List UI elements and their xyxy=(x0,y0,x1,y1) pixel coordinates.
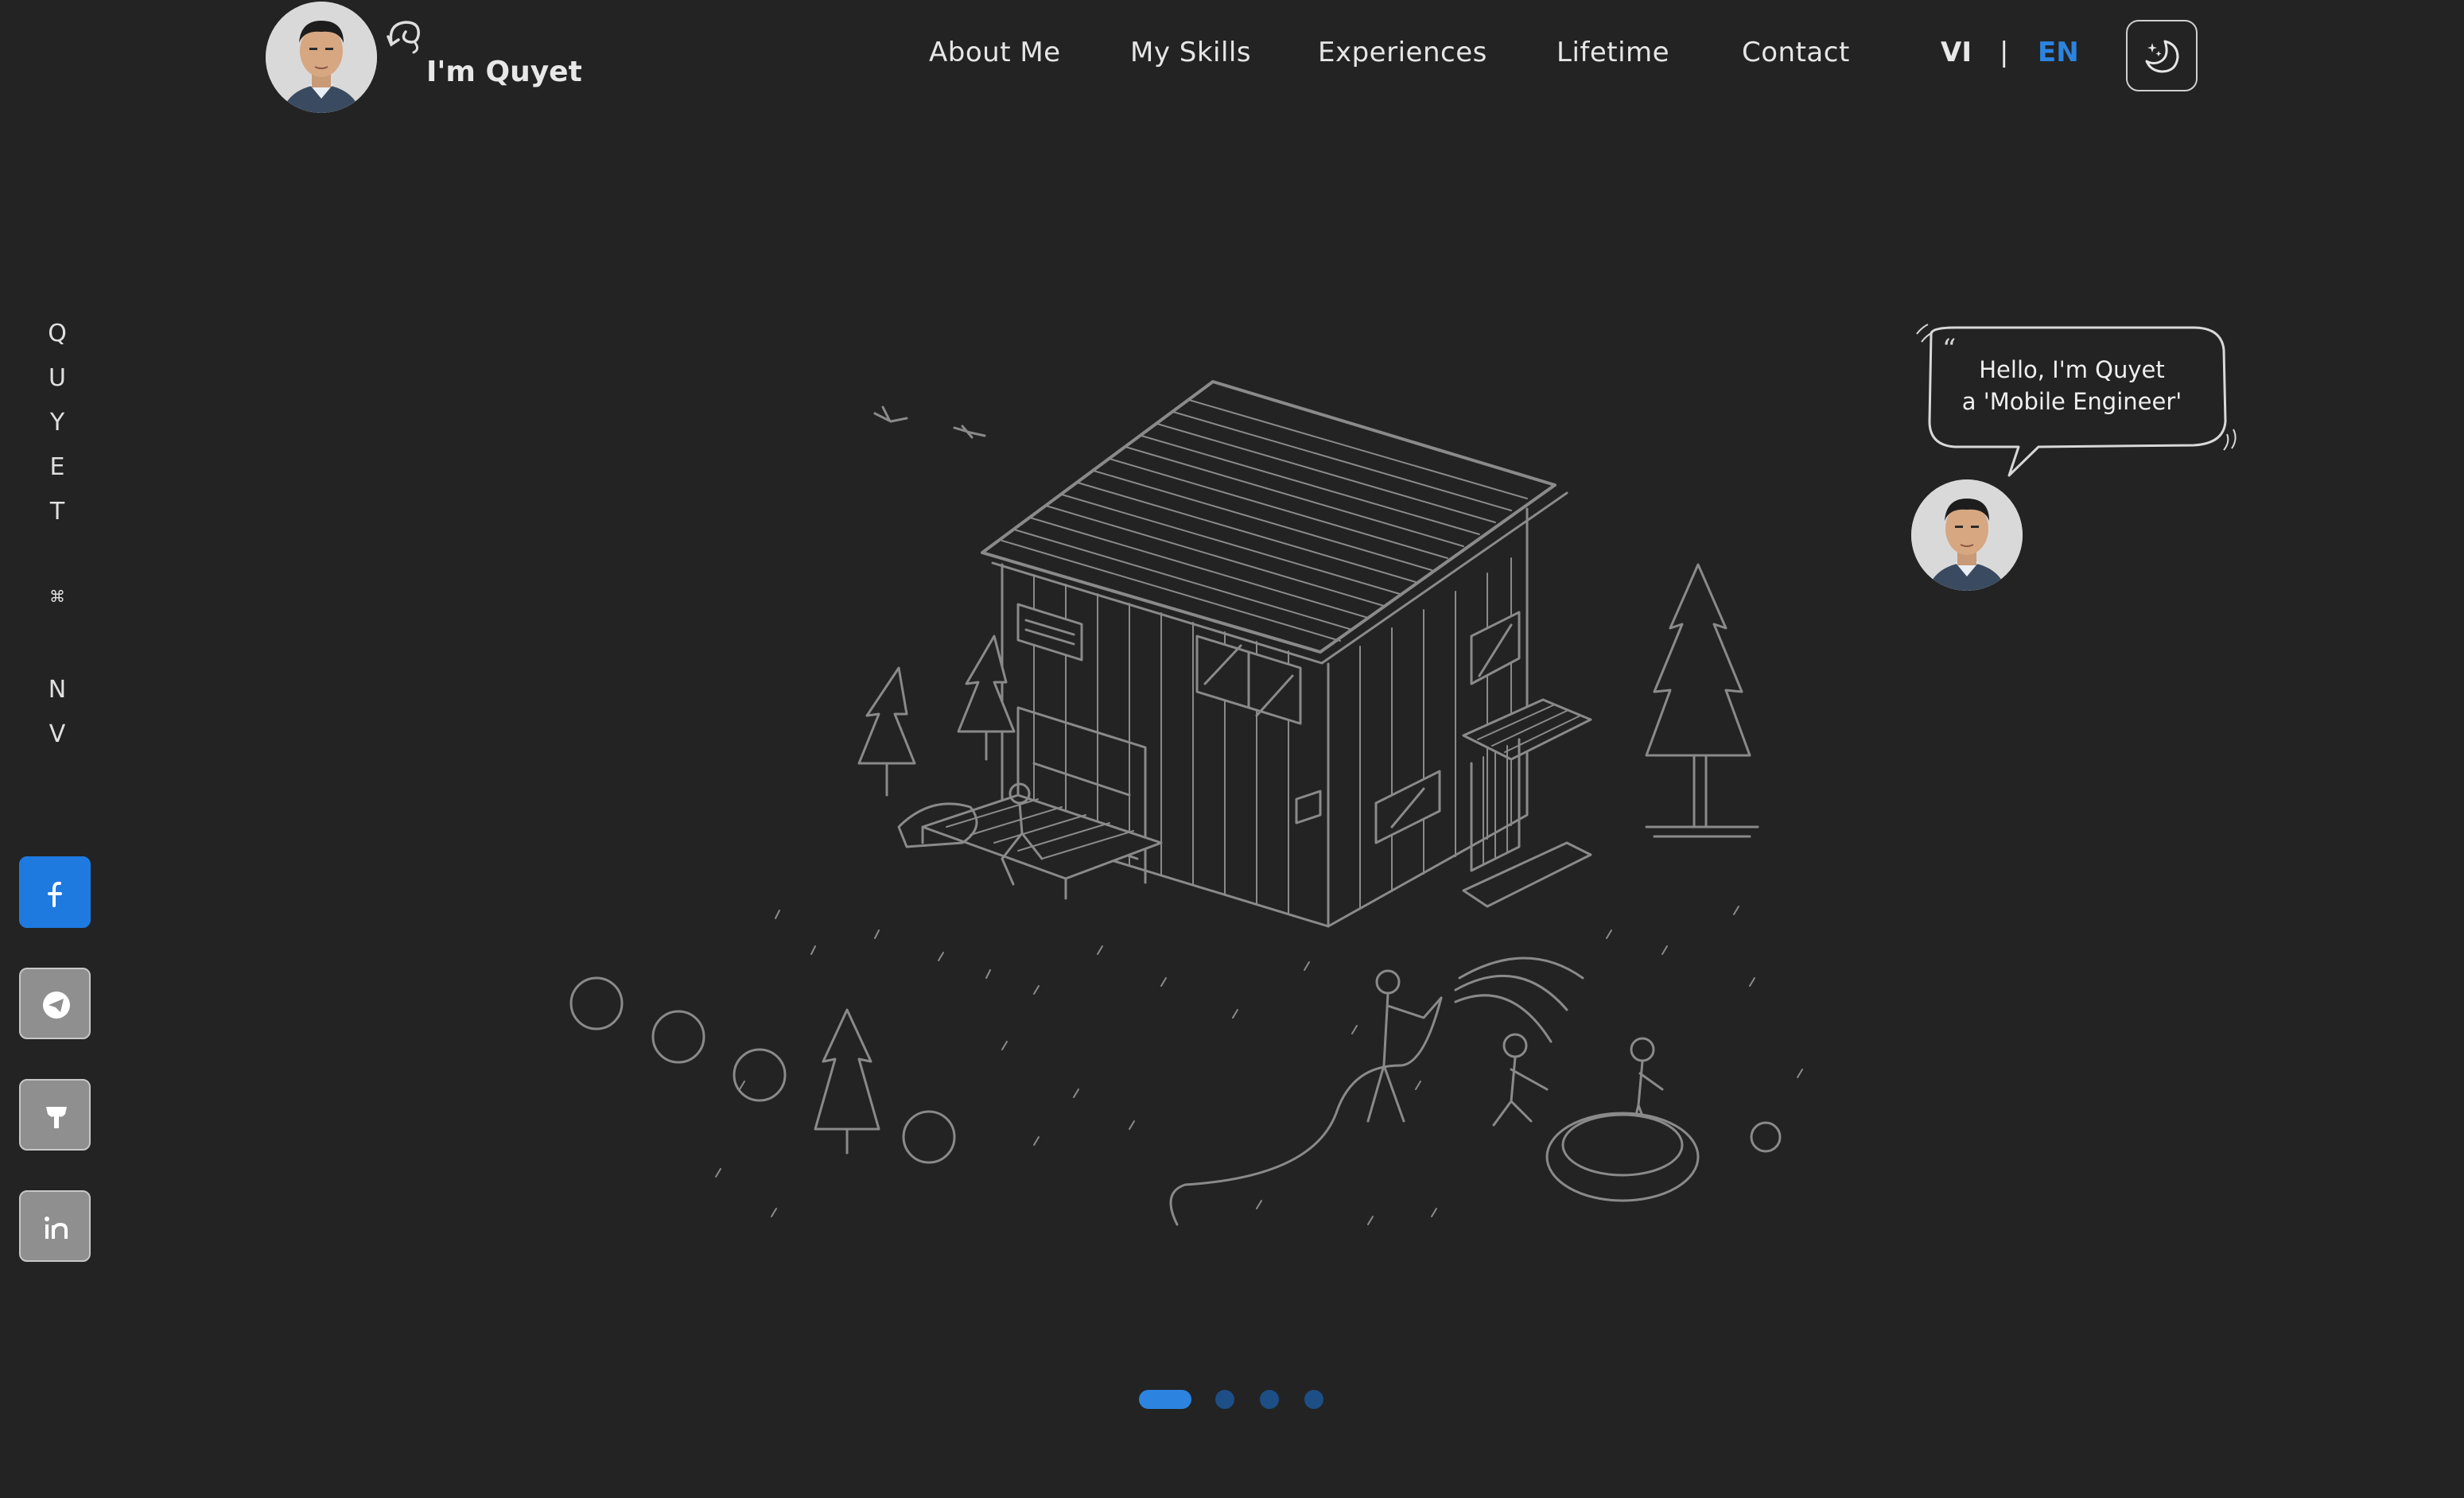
kiddie-pool xyxy=(1545,1112,1700,1202)
bush xyxy=(651,1010,705,1064)
carousel-dot-3[interactable] xyxy=(1260,1390,1279,1409)
bush xyxy=(902,1110,956,1164)
telegram-button[interactable] xyxy=(19,968,91,1039)
greeting-line-2: a 'Mobile Engineer' xyxy=(1961,388,2182,415)
linkedin-button[interactable] xyxy=(19,1190,91,1262)
child xyxy=(1630,1037,1655,1062)
facebook-button[interactable] xyxy=(19,856,91,928)
nav-contact[interactable]: Contact xyxy=(1742,37,1850,68)
lang-vi-button[interactable]: VI xyxy=(1941,37,1972,68)
lang-separator: | xyxy=(2000,37,2009,68)
house-illustration xyxy=(569,380,1803,1226)
tree xyxy=(957,635,1016,761)
bird xyxy=(873,406,908,423)
greeting-line-1: Hello, I'm Quyet xyxy=(1979,356,2165,383)
child xyxy=(1502,1033,1528,1058)
ball xyxy=(1750,1121,1782,1153)
brand-name: I'm Quyet xyxy=(426,56,582,88)
lang-en-button[interactable]: EN xyxy=(2038,37,2079,68)
bush xyxy=(569,976,624,1030)
command-symbol: ⌘ xyxy=(49,587,65,606)
vertical-letter: Y xyxy=(49,409,65,437)
theme-toggle-button[interactable] xyxy=(2126,20,2198,91)
blog-button[interactable] xyxy=(19,1079,91,1151)
logo[interactable]: I'm Quyet xyxy=(266,0,582,115)
vertical-letter: N xyxy=(48,676,67,704)
moon-stars-icon xyxy=(2145,40,2179,73)
avatar-small xyxy=(1911,479,2023,591)
nav-experiences[interactable]: Experiences xyxy=(1318,37,1487,68)
facebook-icon xyxy=(48,881,62,907)
swirl-icon xyxy=(387,21,420,54)
bird xyxy=(953,425,986,439)
linkedin-icon xyxy=(45,1217,68,1239)
nav-about-me[interactable]: About Me xyxy=(929,37,1061,68)
vertical-letter: Q xyxy=(48,320,67,347)
carousel-dot-4[interactable] xyxy=(1304,1390,1323,1409)
vertical-letter: V xyxy=(49,720,66,748)
house xyxy=(921,380,1592,928)
vertical-letter: U xyxy=(49,364,66,392)
bush xyxy=(733,1048,787,1102)
blog-icon xyxy=(46,1107,67,1128)
greeting-text: Hello, I'm Quyet a 'Mobile Engineer' xyxy=(1941,354,2203,417)
carousel-dot-1[interactable] xyxy=(1139,1390,1191,1409)
nav-my-skills[interactable]: My Skills xyxy=(1130,37,1251,68)
tree xyxy=(814,1008,880,1155)
nav-lifetime[interactable]: Lifetime xyxy=(1557,37,1669,68)
vertical-letter: E xyxy=(49,453,65,481)
man-watering xyxy=(1169,957,1584,1226)
vertical-letter: T xyxy=(49,498,65,526)
tree xyxy=(1645,563,1759,838)
tree xyxy=(857,666,916,797)
avatar xyxy=(266,2,377,113)
child xyxy=(1492,1056,1549,1127)
carousel-dot-2[interactable] xyxy=(1215,1390,1234,1409)
telegram-icon xyxy=(43,992,70,1019)
